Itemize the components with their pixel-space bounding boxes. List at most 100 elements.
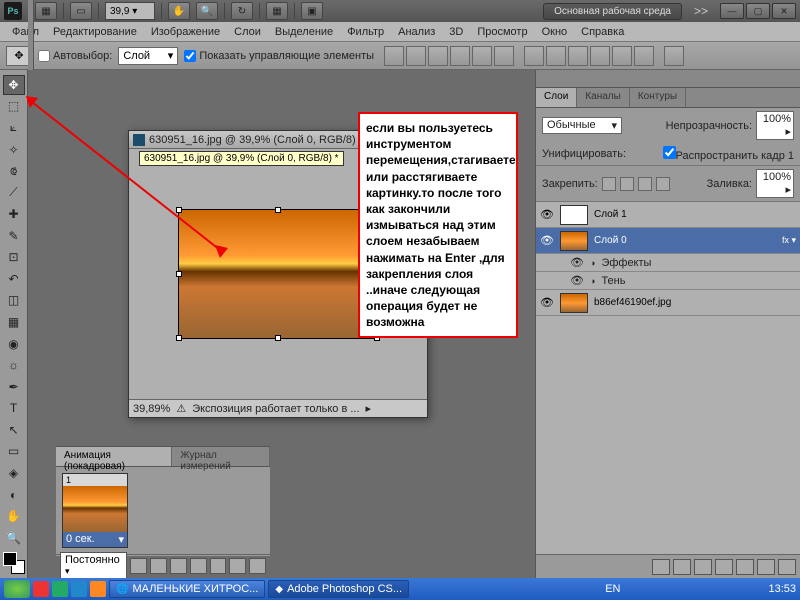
show-controls-check[interactable]: Показать управляющие элементы [184,50,374,62]
align-btn[interactable] [428,46,448,66]
shape-tool[interactable]: ▭ [3,442,25,462]
layer-row[interactable]: 👁 b86ef46190ef.jpg [536,290,800,316]
tray-icon[interactable] [660,582,674,596]
quicklaunch-icon[interactable] [52,581,68,597]
quicklaunch-icon[interactable] [33,581,49,597]
heal-tool[interactable]: ✚ [3,204,25,224]
align-btn[interactable] [472,46,492,66]
tray-icon[interactable] [678,582,692,596]
mask-button[interactable] [694,559,712,575]
brush-tool[interactable]: ✎ [3,226,25,246]
visibility-icon[interactable]: 👁 [540,234,554,247]
menu-edit[interactable]: Редактирование [47,24,143,40]
align-btn[interactable] [450,46,470,66]
next-frame-button[interactable] [190,558,207,574]
distribute-btn[interactable] [612,46,632,66]
crop-tool[interactable]: ⟃ [3,161,25,181]
prev-frame-button[interactable] [150,558,167,574]
close-button[interactable]: ✕ [772,3,796,19]
layer-row[interactable]: 👁 Слой 0 fx ▾ [536,228,800,254]
link-layers-button[interactable] [652,559,670,575]
frame-duration[interactable]: 0 сек.▾ [63,532,127,547]
menu-layer[interactable]: Слои [228,24,267,40]
start-button[interactable] [4,580,30,598]
eraser-tool[interactable]: ◫ [3,291,25,311]
distribute-btn[interactable] [568,46,588,66]
collapsed-panel[interactable] [536,70,800,88]
layer-effect-shadow[interactable]: 👁◑ Тень [536,272,800,290]
lang-indicator[interactable]: EN [605,583,620,595]
viewmode-button[interactable]: ▭ [70,2,92,20]
wand-tool[interactable]: ✧ [3,140,25,160]
distribute-btn[interactable] [546,46,566,66]
gradient-tool[interactable]: ▦ [3,312,25,332]
path-tool[interactable]: ↖ [3,420,25,440]
text-tool[interactable]: T [3,398,25,418]
screenmode-button[interactable]: ▣ [301,2,323,20]
history-tool[interactable]: ↶ [3,269,25,289]
zoom-tool[interactable]: 🔍 [3,528,25,548]
3dcam-tool[interactable]: ◐ [3,485,25,505]
color-swatches[interactable] [3,552,25,574]
menu-help[interactable]: Справка [575,24,630,40]
new-layer-button[interactable] [757,559,775,575]
workspace-switcher[interactable]: Основная рабочая среда [543,3,682,20]
tray-icon[interactable] [750,582,764,596]
tab-paths[interactable]: Контуры [630,88,686,107]
pen-tool[interactable]: ✒ [3,377,25,397]
eyedrop-tool[interactable]: ⟋ [3,183,25,203]
stamp-tool[interactable]: ⊡ [3,248,25,268]
visibility-icon[interactable]: 👁 [540,208,554,221]
delete-layer-button[interactable] [778,559,796,575]
lock-pixels-icon[interactable] [620,177,634,191]
lock-all-icon[interactable] [656,177,670,191]
menu-image[interactable]: Изображение [145,24,226,40]
first-frame-button[interactable] [130,558,147,574]
menu-analysis[interactable]: Анализ [392,24,441,40]
zoom-readout[interactable]: 39,89% [133,403,170,415]
tray-icon[interactable] [642,582,656,596]
distribute-btn[interactable] [634,46,654,66]
lock-pos-icon[interactable] [638,177,652,191]
tab-channels[interactable]: Каналы [577,88,630,107]
align-btn[interactable] [494,46,514,66]
clock[interactable]: 13:53 [768,583,796,595]
tab-animation[interactable]: Анимация (покадровая) [56,447,172,466]
workspace-more[interactable]: >> [688,4,714,18]
zoom-button[interactable]: 🔍 [196,2,218,20]
hand-button[interactable]: ✋ [168,2,190,20]
hand-tool[interactable]: ✋ [3,506,25,526]
tray-icon[interactable] [624,582,638,596]
3d-tool[interactable]: ◈ [3,463,25,483]
menu-filter[interactable]: Фильтр [341,24,390,40]
transforming-image[interactable] [178,209,378,339]
taskbar-task[interactable]: ◆ Adobe Photoshop CS... [268,580,409,598]
move-tool[interactable]: ✥ [3,75,25,95]
duplicate-frame-button[interactable] [229,558,246,574]
fill-input[interactable]: 100% ▸ [756,169,794,198]
adjustment-button[interactable] [715,559,733,575]
lock-trans-icon[interactable] [602,177,616,191]
dodge-tool[interactable]: ☼ [3,355,25,375]
layer-effects[interactable]: 👁◑ Эффекты [536,254,800,272]
blur-tool[interactable]: ◉ [3,334,25,354]
animation-frame[interactable]: 1 0 сек.▾ [62,473,128,548]
minimize-button[interactable]: — [720,3,744,19]
tab-measurements[interactable]: Журнал измерений [172,447,270,466]
menu-select[interactable]: Выделение [269,24,339,40]
group-button[interactable] [736,559,754,575]
loop-select[interactable]: Постоянно ▾ [60,552,127,579]
align-btn[interactable] [384,46,404,66]
tray-icon[interactable] [696,582,710,596]
menu-3d[interactable]: 3D [443,24,469,40]
tray-icon[interactable] [714,582,728,596]
tray-icon[interactable] [732,582,746,596]
quicklaunch-icon[interactable] [90,581,106,597]
menu-file[interactable]: Файл [6,24,45,40]
distribute-btn[interactable] [590,46,610,66]
quicklaunch-icon[interactable] [71,581,87,597]
arrange-button[interactable]: ▦ [266,2,288,20]
autoselect-check[interactable]: Автовыбор: [38,50,112,62]
menu-view[interactable]: Просмотр [471,24,533,40]
taskbar-task[interactable]: 🌐 МАЛЕНЬКИЕ ХИТРОС... [109,580,265,598]
